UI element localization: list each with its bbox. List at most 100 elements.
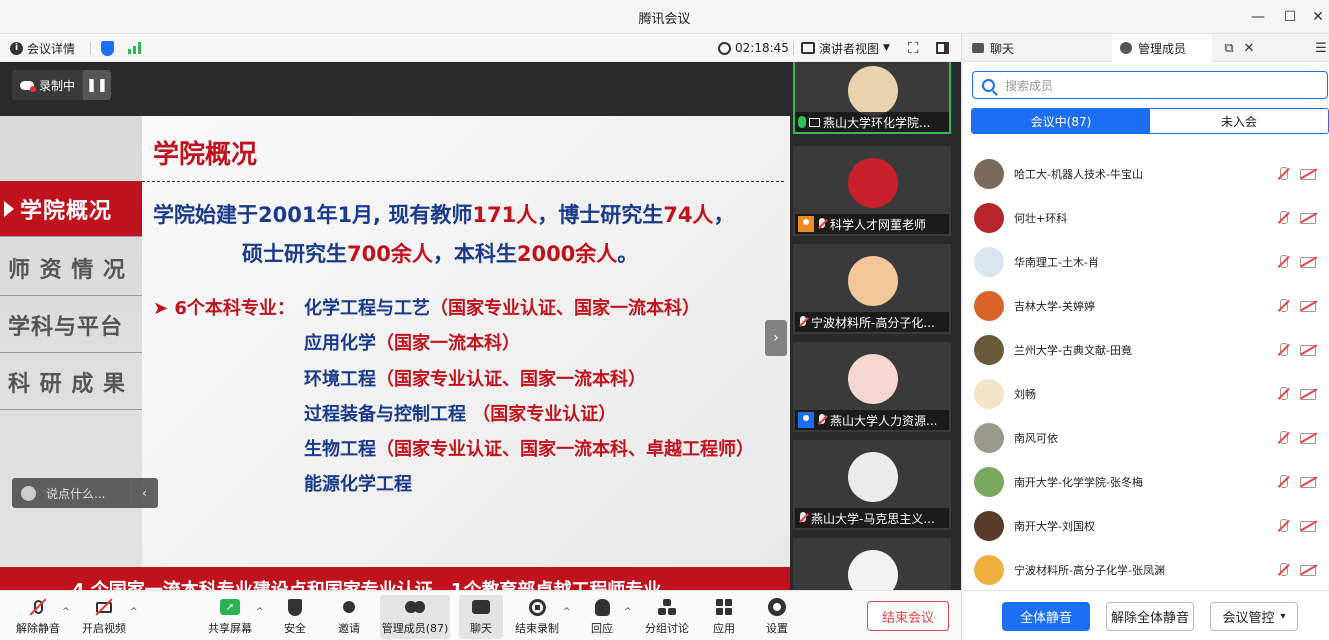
end-recording-button[interactable]: 结束录制 [512,595,562,639]
toggle-sidebar-button[interactable] [936,38,949,58]
popout-icon[interactable]: ⧉ [1220,39,1238,57]
mic-muted-icon[interactable] [1276,211,1290,225]
unmute-all-button[interactable]: 解除全体静音 [1106,602,1194,631]
mic-muted-icon[interactable] [1276,343,1290,357]
camera-off-icon[interactable] [1300,477,1316,488]
text: （国家专业认证、国家一流本科、卓越工程师） [376,439,754,460]
camera-off-icon[interactable] [1300,213,1316,224]
screen-share-icon [809,117,820,127]
meeting-info-label: 会议详情 [27,41,76,56]
meeting-info-button[interactable]: i 会议详情 [10,38,75,58]
panel-tabs: 聊天 管理成员 ⧉ ✕ ☰ [962,34,1329,62]
mute-all-button[interactable]: 全体静音 [1002,602,1090,631]
member-row[interactable]: 南开大学-刘国权 [962,504,1329,548]
member-row[interactable]: 南开大学-化学学院-张冬梅 [962,460,1329,504]
apps-button[interactable]: 应用 [706,595,742,639]
security-status-button[interactable] [101,38,114,58]
member-row[interactable]: 兰州大学-古典文献-田竟 [962,328,1329,372]
chat-button[interactable]: 聊天 [459,595,503,639]
mic-muted-icon[interactable] [1276,519,1290,533]
tab-chat[interactable]: 聊天 [972,34,1112,62]
next-slide-button[interactable]: › [765,320,787,356]
emoji-icon[interactable] [21,485,36,501]
member-row[interactable]: 何壮+环科 [962,196,1329,240]
video-tile[interactable] [793,538,951,590]
member-name: 刘畅 [1014,388,1036,401]
mic-muted-icon[interactable] [1276,431,1290,445]
avatar [974,467,1004,497]
camera-off-icon[interactable] [1300,257,1316,268]
video-tile[interactable]: 燕山大学人力资源... [793,342,951,432]
camera-off-icon[interactable] [1300,389,1316,400]
info-icon: i [10,41,23,55]
settings-button[interactable]: 设置 [758,595,796,639]
camera-off-icon [94,598,114,616]
invite-button[interactable]: 邀请 [330,595,368,639]
minimize-icon[interactable]: — [1245,4,1271,30]
meeting-control-button[interactable]: 会议管控 ▾ [1210,602,1298,631]
tab-in-meeting[interactable]: 会议中(87) [972,109,1150,133]
security-button[interactable]: 安全 [276,595,314,639]
camera-off-icon[interactable] [1300,301,1316,312]
react-options-caret[interactable]: ^ [624,607,632,617]
mic-muted-icon[interactable] [1276,475,1290,489]
member-search-input[interactable]: 搜索成员 [972,71,1328,99]
member-row[interactable]: 哈工大-机器人技术-牛宝山 [962,152,1329,196]
share-screen-button[interactable]: ➚ 共享屏幕 [204,595,256,639]
tab-members[interactable]: 管理成员 [1112,34,1212,62]
camera-off-icon[interactable] [1300,521,1316,532]
raise-hand-icon [592,598,612,616]
mic-muted-icon[interactable] [1276,255,1290,269]
breakout-icon [657,598,677,616]
manage-members-button[interactable]: 管理成员(87) [380,595,450,639]
close-window-icon[interactable]: ✕ [1305,4,1329,30]
member-row[interactable]: 南风可依 [962,416,1329,460]
unmute-button[interactable]: 解除静音 [12,595,64,639]
pause-recording-button[interactable]: ❚❚ [83,70,112,100]
video-tile[interactable]: 燕山大学环化学院... [793,62,951,134]
window-title: 腾讯会议 [638,12,691,27]
member-name: 华南理工-土木-肖 [1014,256,1099,269]
camera-off-icon[interactable] [1300,345,1316,356]
video-options-caret[interactable]: ^ [130,607,138,617]
menu-icon[interactable]: ☰ [1312,39,1329,57]
video-tile[interactable]: 宁波材料所-高分子化... [793,244,951,334]
collapse-chat-button[interactable]: ‹ [130,478,158,508]
camera-off-icon[interactable] [1300,169,1316,180]
member-row[interactable]: 宁波材料所-高分子化学-张凤渊 [962,548,1329,590]
video-tile[interactable]: 燕山大学-马克思主义... [793,440,951,530]
quick-chat-input[interactable]: 说点什么... ‹ [12,478,158,508]
end-meeting-button[interactable]: 结束会议 [867,601,949,631]
react-button[interactable]: 回应 [584,595,620,639]
tab-not-joined[interactable]: 未入会 [1150,109,1328,133]
mic-muted-icon[interactable] [1276,299,1290,313]
record-options-caret[interactable]: ^ [563,607,571,617]
member-row[interactable]: 华南理工-土木-肖 [962,240,1329,284]
camera-off-icon[interactable] [1300,433,1316,444]
view-switch-button[interactable]: 演讲者视图 ▼ [801,38,890,58]
shared-screen-stage: 学院概况 师 资 情 况 学科与平台 科 研 成 果 学院概况 学院始建于200… [0,62,790,621]
member-row[interactable]: 刘畅 [962,372,1329,416]
fullscreen-button[interactable]: ⛶ [908,38,919,58]
camera-off-icon[interactable] [1300,565,1316,576]
start-video-button[interactable]: 开启视频 [78,595,130,639]
network-status-button[interactable] [128,38,141,58]
share-options-caret[interactable]: ^ [256,607,264,617]
mic-muted-icon[interactable] [1276,563,1290,577]
member-name: 吉林大学-关婷婷 [1014,300,1095,313]
close-panel-icon[interactable]: ✕ [1240,39,1258,57]
avatar [974,555,1004,585]
member-filter: 会议中(87) 未入会 [971,108,1329,134]
mic-muted-icon[interactable] [1276,167,1290,181]
mic-muted-icon[interactable] [1276,387,1290,401]
member-row[interactable]: 吉林大学-关婷婷 [962,284,1329,328]
tab-chat-label: 聊天 [990,41,1015,56]
text: 过程装备与控制工程 [304,404,473,425]
divider [90,42,91,55]
breakout-rooms-button[interactable]: 分组讨论 [642,595,692,639]
audio-options-caret[interactable]: ^ [62,607,70,617]
apps-label: 应用 [713,622,735,635]
maximize-icon[interactable]: ☐ [1277,4,1303,30]
video-tile[interactable]: 科学人才网菫老师 [793,146,951,236]
panel-footer: 全体静音 解除全体静音 会议管控 ▾ [962,590,1329,640]
